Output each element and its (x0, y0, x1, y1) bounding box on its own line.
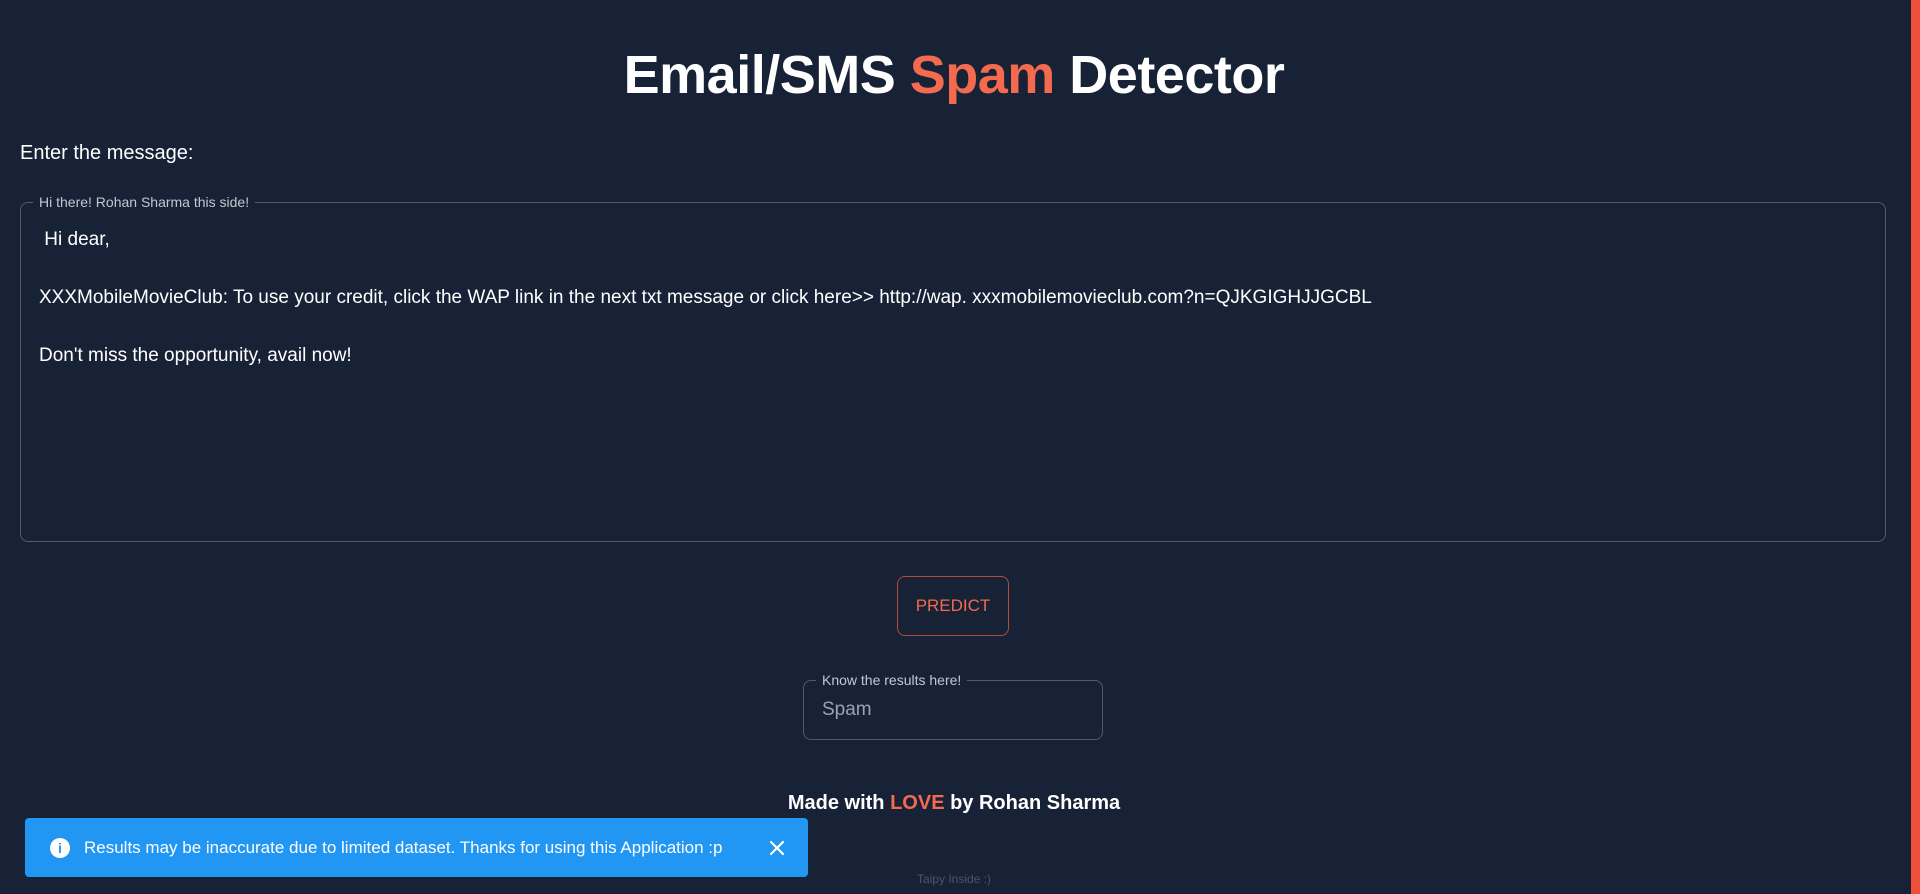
message-legend: Hi there! Rohan Sharma this side! (33, 194, 256, 211)
page: Email/SMS Spam Detector Enter the messag… (0, 0, 1920, 894)
close-icon[interactable] (766, 837, 788, 859)
footer-by: by Rohan Sharma (944, 792, 1121, 814)
info-icon: i (50, 837, 70, 858)
page-title: Email/SMS Spam Detector (0, 44, 1908, 106)
title-accent: Spam (909, 45, 1056, 105)
predict-button[interactable]: PREDICT (897, 576, 1009, 636)
footer-made-with: Made with (787, 792, 891, 814)
title-part-1: Email/SMS (623, 45, 910, 105)
title-part-2: Detector (1054, 45, 1285, 105)
result-field[interactable]: Know the results here! Spam (803, 672, 1103, 740)
message-text[interactable]: Hi dear, XXXMobileMovieClub: To use your… (39, 225, 1867, 370)
footer-credit: Made with LOVE by Rohan Sharma (0, 792, 1908, 815)
toast-message: Results may be inaccurate due to limited… (84, 837, 723, 857)
message-textarea[interactable]: Hi there! Rohan Sharma this side! Hi dea… (20, 194, 1886, 542)
result-value: Spam (822, 699, 872, 720)
notification-toast: i Results may be inaccurate due to limit… (25, 818, 808, 877)
result-legend: Know the results here! (816, 672, 968, 689)
scrollbar[interactable] (1911, 0, 1920, 894)
message-prompt-label: Enter the message: (20, 142, 194, 164)
footer-love: LOVE (890, 792, 945, 814)
